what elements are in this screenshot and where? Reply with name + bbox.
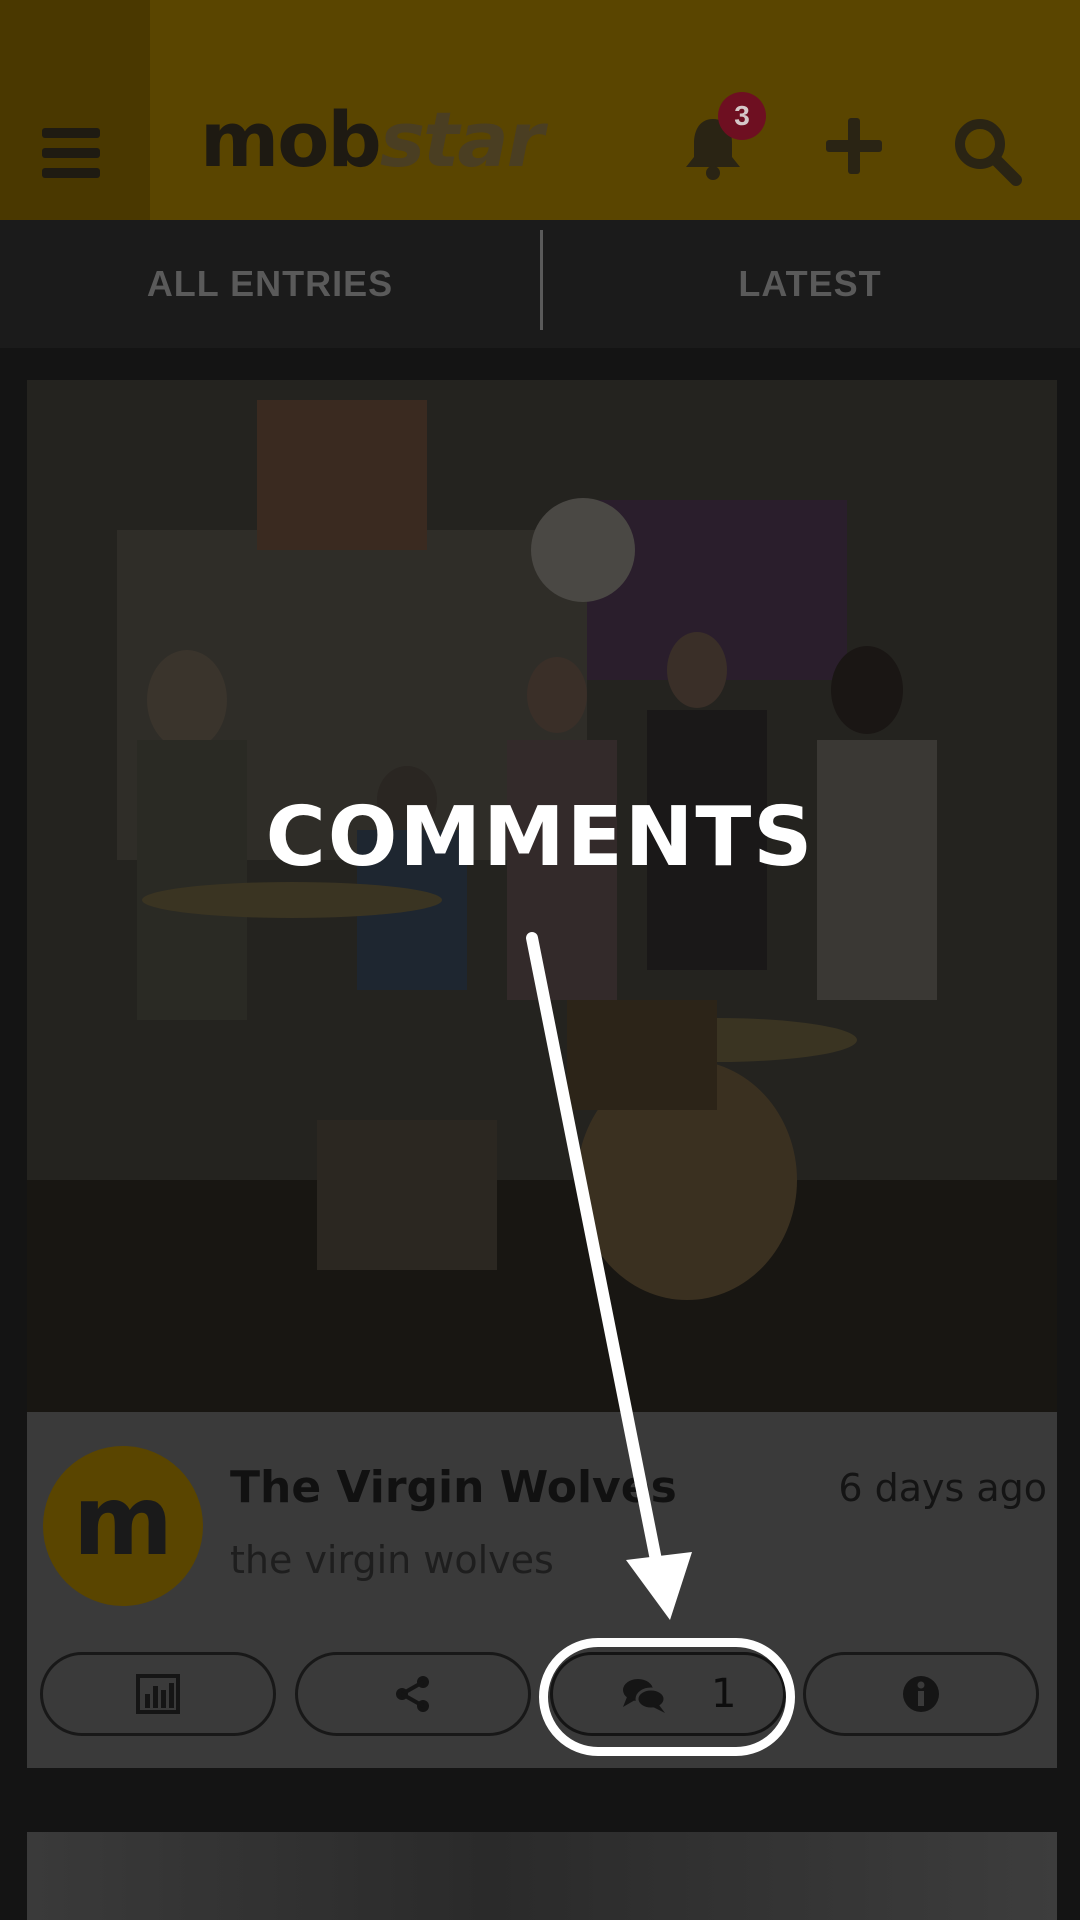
tab-latest[interactable]: LATEST [540,220,1080,348]
share-button[interactable] [295,1652,531,1736]
info-icon [903,1676,939,1712]
avatar-letter: m [72,1465,174,1577]
next-entry-card[interactable] [27,1832,1057,1920]
add-button[interactable] [826,118,882,174]
app-logo: mobstar [200,100,544,180]
app-header: mobstar 3 [0,0,1080,220]
feed-tabs: ALL ENTRIES LATEST [0,220,1080,348]
hamburger-menu-icon [42,128,100,138]
hamburger-bar [42,148,100,158]
plus-icon-vertical [848,118,860,174]
logo-text-mob: mob [200,95,382,184]
menu-button[interactable] [0,0,150,220]
entry-timestamp: 6 days ago [838,1466,1047,1510]
hamburger-bar [42,168,100,178]
next-entry-photo [27,1832,1057,1920]
entry-title[interactable]: The Virgin Wolves [230,1462,677,1513]
stats-button[interactable] [40,1652,276,1736]
notification-badge: 3 [718,92,766,140]
band-photo-illustration [27,380,1057,1412]
info-button[interactable] [803,1652,1039,1736]
entry-photo[interactable] [27,380,1057,1412]
comments-highlight-ring [539,1638,795,1756]
tutorial-label: COMMENTS [265,790,815,885]
search-icon[interactable] [952,116,1022,186]
logo-text-star: star [379,95,544,184]
entry-card: m The Virgin Wolves the virgin wolves 6 … [27,380,1057,1768]
tab-all-entries[interactable]: ALL ENTRIES [0,220,540,348]
share-icon [396,1676,429,1712]
bar-chart-icon [136,1674,180,1714]
avatar[interactable]: m [43,1446,203,1606]
entry-subtitle: the virgin wolves [230,1538,554,1582]
